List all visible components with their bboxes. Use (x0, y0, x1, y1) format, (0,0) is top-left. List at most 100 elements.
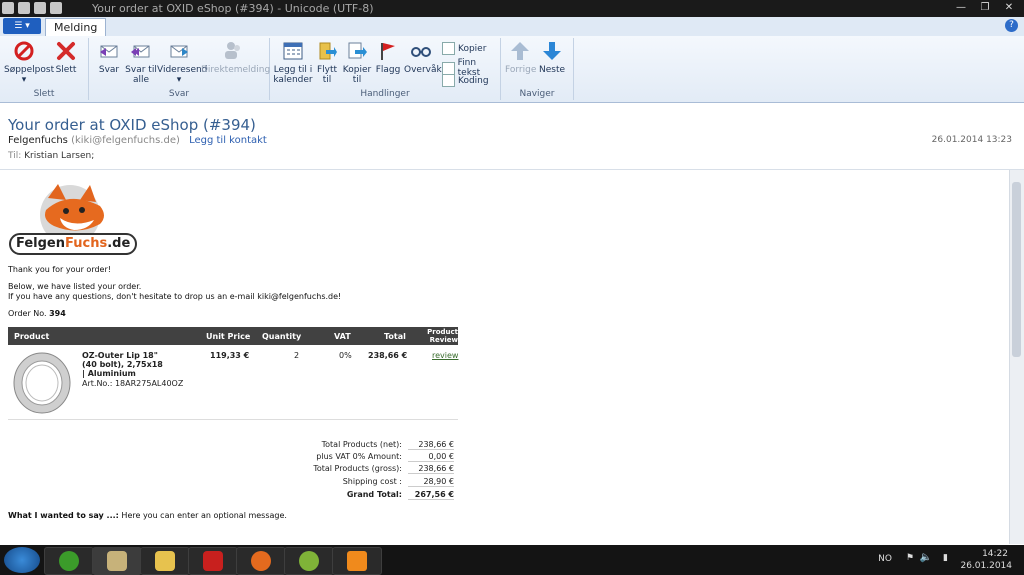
total-gross: Total Products (gross): 238,66 € (313, 464, 454, 474)
unit-price: 119,33 € (210, 351, 250, 360)
taskbar-spotify[interactable] (284, 547, 334, 575)
volume-icon[interactable]: 🔈 (920, 552, 932, 563)
message-subject: Your order at OXID eShop (#394) (8, 116, 256, 134)
ribbon: Søppelpost ▾ Slett Slett Svar Svar til al… (0, 36, 1024, 103)
save-icon[interactable] (18, 2, 30, 14)
minimize-button[interactable]: — (950, 1, 972, 15)
junk-button[interactable]: Søppelpost ▾ (4, 40, 54, 85)
glasses-icon (411, 47, 431, 57)
folder-app-icon (155, 551, 175, 571)
arrow-down-icon (543, 42, 561, 60)
forward-icon (170, 45, 188, 58)
previous-button[interactable]: Forrige (505, 40, 536, 75)
order-table: Product Unit Price Quantity VAT Total Pr… (8, 327, 458, 420)
language-indicator[interactable]: NO (878, 554, 892, 564)
calendar-icon (283, 42, 303, 60)
app-menu-button[interactable]: ☰ ▾ (3, 18, 41, 34)
review-link[interactable]: review (432, 351, 458, 360)
copy-doc-icon (348, 42, 367, 59)
next-button[interactable]: Neste (537, 40, 567, 75)
shipping-cost: Shipping cost :28,90 € (342, 477, 454, 487)
taskbar-vlc[interactable] (332, 547, 382, 575)
delete-button[interactable]: Slett (48, 40, 84, 75)
title-bar: Your order at OXID eShop (#394) - Unicod… (0, 0, 1024, 17)
quantity: 2 (294, 351, 300, 360)
copy-to-button[interactable]: Kopier til (342, 40, 372, 85)
taskbar-utorrent[interactable] (44, 547, 94, 575)
app-icon (2, 2, 14, 14)
add-contact-link[interactable]: Legg til kontakt (189, 135, 267, 146)
close-button[interactable]: ✕ (998, 1, 1020, 15)
network-icon[interactable]: ▮ (943, 553, 948, 563)
taskbar-mail[interactable] (92, 547, 142, 575)
move-to-button[interactable]: Flytt til (314, 40, 340, 85)
vertical-scrollbar[interactable] (1009, 170, 1024, 544)
order-number: Order No. 394 (8, 309, 66, 318)
copy-icon (442, 42, 455, 55)
ribbon-tab-row: ☰ ▾ Melding ? (0, 17, 1024, 37)
taskbar-explorer[interactable] (140, 547, 190, 575)
below-text: Below, we have listed your order. (8, 282, 142, 291)
group-handlinger: Legg til i kalender Flytt til Kopier til… (270, 38, 501, 100)
scrollbar-thumb[interactable] (1012, 182, 1021, 357)
folder-icon (319, 42, 337, 60)
start-button[interactable] (4, 547, 40, 573)
reply-all-button[interactable]: Svar til alle (125, 40, 157, 85)
sender-email: (kiki@felgenfuchs.de) (71, 135, 180, 146)
felgenfuchs-logo: FelgenFuchs.de (8, 180, 138, 256)
firefox-icon (251, 551, 271, 571)
delete-icon[interactable] (34, 2, 46, 14)
flag-icon (381, 43, 395, 60)
copy-button[interactable]: Kopier (442, 42, 486, 55)
arrow-up-icon (511, 42, 529, 60)
message-body: FelgenFuchs.de Thank you for your order!… (0, 170, 1010, 544)
table-header: Product Unit Price Quantity VAT Total Pr… (8, 327, 458, 345)
forward-button[interactable]: Videresend ▾ (157, 40, 207, 85)
article-number: Art.No.: 18AR275AL40OZ (82, 379, 184, 388)
undo-icon[interactable] (50, 2, 62, 14)
maximize-button[interactable]: ❐ (974, 1, 996, 15)
utorrent-icon (59, 551, 79, 571)
grand-total: Grand Total: 267,56 € (346, 490, 454, 500)
clock-time[interactable]: 14:22 (982, 549, 1008, 559)
people-icon (225, 42, 240, 59)
total-net: Total Products (net): 238,66 € (321, 440, 454, 450)
junk-icon (14, 41, 34, 61)
flag-button[interactable]: Flagg (374, 40, 402, 75)
sender-line: Felgenfuchs (kiki@felgenfuchs.de) Legg t… (8, 135, 267, 146)
encoding-icon (442, 74, 455, 87)
message-header: Your order at OXID eShop (#394) Felgenfu… (0, 103, 1024, 170)
product-name: OZ-Outer Lip 18" (40 bolt), 2,75x18 | Al… (82, 351, 163, 378)
quick-access-toolbar (2, 2, 62, 14)
taskbar-firefox[interactable] (236, 547, 286, 575)
line-total: 238,66 € (368, 351, 408, 360)
tab-melding[interactable]: Melding (45, 18, 107, 36)
encoding-button[interactable]: Koding (442, 74, 489, 87)
add-to-calendar-button[interactable]: Legg til i kalender (272, 40, 314, 85)
vlc-icon (347, 551, 367, 571)
delete-x-icon (57, 42, 75, 60)
recipient-name[interactable]: Kristian Larsen; (24, 151, 94, 161)
thanks-text: Thank you for your order! (8, 265, 111, 274)
reply-icon (100, 45, 118, 58)
taskbar-acrobat[interactable] (188, 547, 238, 575)
group-slett: Søppelpost ▾ Slett Slett (0, 38, 89, 100)
optional-message: What I wanted to say ...: Here you can e… (8, 511, 287, 520)
reply-all-icon (131, 45, 150, 58)
questions-text: If you have any questions, don't hesitat… (8, 292, 342, 301)
vat-rate: 0% (339, 351, 352, 360)
total-vat: plus VAT 0% Amount: 0,00 € (316, 452, 454, 462)
instant-message-button[interactable]: Direktemelding (201, 40, 270, 75)
group-naviger: Forrige Neste Naviger (501, 38, 574, 100)
flag-tray-icon[interactable]: ⚑ (906, 553, 914, 563)
message-date: 26.01.2014 13:23 (931, 135, 1012, 145)
sender-name[interactable]: Felgenfuchs (8, 135, 68, 146)
mail-app-icon (107, 551, 127, 571)
taskbar: NO ⚑ 🔈 ▮ 14:22 26.01.2014 (0, 545, 1024, 575)
window-title: Your order at OXID eShop (#394) - Unicod… (92, 2, 374, 15)
clock-date[interactable]: 26.01.2014 (960, 561, 1012, 571)
watch-button[interactable]: Overvåk (404, 40, 442, 75)
wheel-rim-image (13, 352, 71, 414)
help-icon[interactable]: ? (1005, 19, 1018, 32)
reply-button[interactable]: Svar (93, 40, 125, 75)
